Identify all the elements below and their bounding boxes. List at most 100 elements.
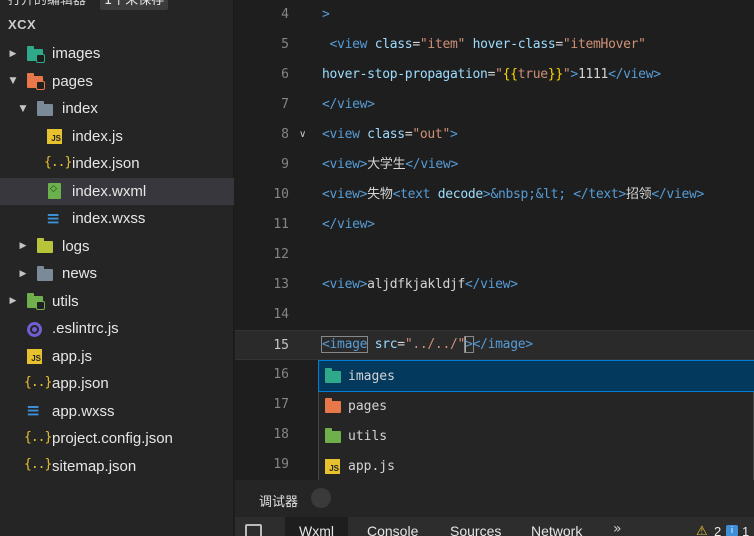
folder-icon	[36, 238, 54, 254]
tab-console[interactable]: Console	[367, 523, 418, 536]
suggestion-item[interactable]: utils	[319, 421, 754, 451]
chevron-right-icon: ▶	[9, 48, 17, 59]
tree-item-logs[interactable]: ▶ logs	[0, 233, 234, 260]
info-icon[interactable]: i	[726, 525, 738, 536]
code-line-13: <view>aljdfkjakldjf</view>	[322, 277, 518, 292]
editor-line: 11	[235, 210, 754, 240]
tree-item-label: app.js	[52, 347, 93, 365]
code-line-4: >	[322, 7, 330, 22]
tree-item-news[interactable]: ▶ news	[0, 260, 234, 287]
code-line-6: hover-stop-propagation="{{true}}">1111</…	[322, 67, 661, 82]
debugger-title[interactable]: 调试器	[259, 491, 298, 510]
suggestion-item[interactable]: images	[318, 360, 754, 392]
tree-item-index-js[interactable]: JS index.js	[0, 123, 234, 150]
folder-pages-icon	[26, 73, 45, 90]
tree-item-label: logs	[62, 237, 90, 255]
tree-item-app-js[interactable]: JS app.js	[0, 343, 234, 370]
tree-item-project-config-json[interactable]: {..} project.config.json	[0, 425, 234, 452]
chevron-down-icon: ▼	[19, 103, 27, 114]
code-line-11: </view>	[322, 217, 375, 232]
warning-count: 2	[714, 524, 722, 536]
debugger-tabbar: Wxml Console Sources Network » ⚠ 2 i 1	[235, 517, 754, 536]
editor-line: 4	[235, 0, 754, 30]
eslint-icon	[26, 321, 44, 337]
line-number: 19	[273, 457, 289, 472]
tree-item-app-json[interactable]: {..} app.json	[0, 370, 234, 397]
tree-item-label: index.wxml	[72, 182, 147, 200]
tree-item-label: index	[62, 100, 98, 117]
tree-item-index-json[interactable]: {..} index.json	[0, 150, 234, 177]
tree-item-label: pages	[52, 72, 93, 90]
tree-item-label: app.wxss	[52, 402, 115, 420]
project-title[interactable]: XCX	[8, 17, 36, 32]
tab-network[interactable]: Network	[531, 523, 582, 536]
folder-images-icon	[26, 45, 45, 63]
code-line-15: <image src="../../"></image>	[320, 336, 533, 353]
line-number: 4	[281, 7, 289, 22]
tree-item-label: app.json	[52, 375, 109, 392]
tree-item-label: .eslintrc.js	[52, 320, 119, 337]
folder-icon	[36, 265, 54, 282]
code-line-8: <view class="out">	[322, 127, 458, 142]
editor-line: 8	[235, 120, 754, 150]
chevron-down-icon: ▼	[9, 76, 17, 86]
code-line-9: <view>大学生</view>	[322, 157, 458, 172]
wxss-file-icon: ≡	[26, 401, 41, 421]
tree-item-index-wxss[interactable]: ≡ index.wxss	[0, 205, 234, 232]
js-file-icon: JS	[46, 128, 64, 144]
line-number: 11	[273, 217, 289, 232]
open-editors-label: 打开的编辑器	[8, 0, 87, 8]
folder-images-icon	[324, 368, 342, 384]
line-number: 12	[273, 247, 289, 262]
more-tabs-icon[interactable]: »	[613, 521, 622, 536]
wxml-file-icon	[46, 183, 64, 199]
suggestion-label: utils	[348, 428, 388, 444]
tab-wxml[interactable]: Wxml	[285, 517, 348, 536]
code-line-5: <view class="item" hover-class="itemHove…	[329, 37, 646, 52]
code-line-7: </view>	[322, 97, 375, 112]
json-file-icon: {..}	[24, 429, 52, 445]
suggestion-item[interactable]: JS app.js	[319, 451, 754, 481]
folder-utils-icon	[324, 428, 342, 444]
json-file-icon: {..}	[24, 457, 52, 472]
fold-chevron-icon[interactable]: ∨	[299, 120, 306, 150]
line-number: 5	[281, 37, 289, 52]
tree-item-label: utils	[52, 292, 79, 310]
tree-item-pages[interactable]: ▼ pages	[0, 68, 234, 95]
editor-line: 14	[235, 300, 754, 330]
debugger-panel-header: 调试器	[235, 480, 754, 517]
line-number: 17	[273, 397, 289, 412]
tree-item-utils[interactable]: ▶ utils	[0, 288, 234, 315]
editor-line: 7	[235, 90, 754, 120]
unsaved-badge: 1个未保存	[100, 0, 169, 10]
warning-icon[interactable]: ⚠	[696, 524, 708, 536]
suggestion-label: app.js	[348, 458, 395, 474]
line-number: 16	[273, 367, 289, 382]
tree-item-images[interactable]: ▶ images	[0, 40, 234, 67]
chevron-right-icon: ▶	[19, 241, 27, 251]
suggestion-label: images	[348, 368, 395, 384]
dock-side-icon[interactable]	[245, 524, 262, 536]
tree-item-sitemap-json[interactable]: {..} sitemap.json	[0, 453, 234, 480]
tab-sources[interactable]: Sources	[450, 523, 501, 536]
chevron-right-icon: ▶	[9, 296, 17, 306]
json-file-icon: {..}	[24, 374, 52, 390]
info-count: 1	[742, 524, 750, 536]
open-editors-header[interactable]: 打开的编辑器 1个未保存	[0, 0, 234, 12]
tree-item-label: project.config.json	[52, 430, 173, 447]
line-number: 15	[273, 338, 289, 353]
tree-item-eslintrc-js[interactable]: .eslintrc.js	[0, 315, 234, 342]
tree-item-index-wxml[interactable]: index.wxml	[0, 177, 234, 205]
folder-utils-icon	[26, 293, 45, 310]
tree-item-app-wxss[interactable]: ≡ app.wxss	[0, 398, 234, 425]
line-number: 7	[281, 97, 289, 112]
line-number: 10	[273, 187, 289, 202]
tree-item-label: sitemap.json	[52, 457, 137, 475]
panel-toggle-icon[interactable]	[311, 488, 331, 508]
suggestion-item[interactable]: pages	[319, 391, 754, 421]
wxss-file-icon: ≡	[46, 208, 61, 229]
folder-open-icon	[36, 100, 54, 117]
tree-item-index[interactable]: ▼ index	[0, 95, 234, 122]
tree-item-label: index.wxss	[72, 210, 146, 227]
explorer-sidebar: 打开的编辑器 1个未保存 XCX ▶ images ▼ pages ▼ index JS in…	[0, 0, 234, 536]
